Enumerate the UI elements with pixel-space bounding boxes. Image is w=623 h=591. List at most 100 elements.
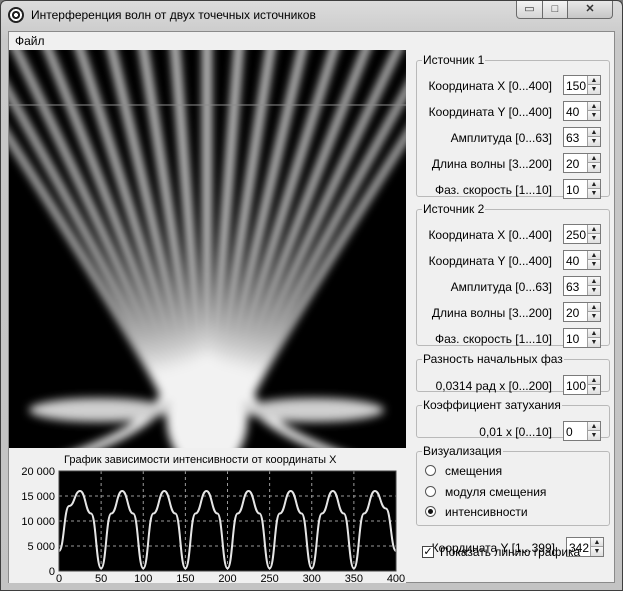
spin-up-icon[interactable]: ▲ [587, 225, 600, 234]
source1-field-value[interactable]: 63 [566, 131, 579, 145]
source1-field-value[interactable]: 40 [566, 105, 579, 119]
spin-up-icon[interactable]: ▲ [587, 422, 600, 431]
source1-group: Источник 1 Координата X [0...400] 150 ▲ ▼ Ко… [416, 53, 610, 199]
spin-up-icon[interactable]: ▲ [587, 251, 600, 260]
phase-group: Разность начальных фаз 0,0314 рад x [0..… [416, 352, 610, 395]
spin-down-icon[interactable]: ▼ [587, 286, 600, 295]
source-glow [29, 398, 169, 422]
source2-row: Фаз. скорость [1...10] 10 ▲ ▼ [417, 328, 607, 350]
spin-up-icon[interactable]: ▲ [587, 329, 600, 338]
close-button[interactable]: ✕ [567, 1, 613, 19]
source1-row: Фаз. скорость [1...10] 10 ▲ ▼ [417, 179, 607, 201]
radio-displacement[interactable]: смещения [425, 462, 595, 480]
source2-field-label: Амплитуда [0...63] [450, 280, 552, 294]
spin-up-icon[interactable]: ▲ [587, 376, 600, 385]
radio-button[interactable] [425, 486, 436, 497]
spin-up-icon[interactable]: ▲ [587, 277, 600, 286]
client-area: Файл График зависимости интенсивности от… [1, 31, 615, 583]
source1-spinbox[interactable]: 40 ▲ ▼ [563, 101, 601, 121]
source1-spinbox[interactable]: 10 ▲ ▼ [563, 179, 601, 199]
source2-field-label: Длина волны [3...200] [431, 306, 552, 320]
source1-row: Длина волны [3...200] 20 ▲ ▼ [417, 153, 607, 175]
spin-up-icon[interactable]: ▲ [587, 102, 600, 111]
x-tick-label: 200 [218, 573, 236, 583]
spin-up-icon[interactable]: ▲ [587, 154, 600, 163]
spin-up-icon[interactable]: ▲ [587, 180, 600, 189]
spin-down-icon[interactable]: ▼ [587, 85, 600, 94]
x-tick-label: 250 [260, 573, 278, 583]
source2-field-value[interactable]: 20 [566, 306, 579, 320]
x-tick-label: 300 [303, 573, 321, 583]
spin-up-icon[interactable]: ▲ [587, 76, 600, 85]
source2-field-value[interactable]: 63 [566, 280, 579, 294]
x-tick-label: 50 [95, 573, 107, 583]
source1-field-value[interactable]: 10 [566, 183, 579, 197]
interference-image [1, 38, 470, 463]
radio-intensity[interactable]: интенсивности [425, 503, 595, 521]
minimize-button[interactable]: ▭ [516, 1, 543, 19]
window-title: Интерференция волн от двух точечных исто… [31, 8, 316, 22]
source1-spinbox[interactable]: 150 ▲ ▼ [563, 75, 601, 95]
spin-down-icon[interactable]: ▼ [587, 137, 600, 146]
spin-down-icon[interactable]: ▼ [587, 189, 600, 198]
radio-button[interactable] [425, 465, 436, 476]
source1-field-label: Координата X [0...400] [428, 79, 552, 93]
spin-up-icon[interactable]: ▲ [587, 128, 600, 137]
attenuation-spinbox[interactable]: 0 ▲ ▼ [563, 421, 601, 441]
source2-field-value[interactable]: 10 [566, 332, 579, 346]
phase-legend: Разность начальных фаз [423, 352, 563, 366]
source2-group: Источник 2 Координата X [0...400] 250 ▲ ▼ Ко… [416, 202, 610, 348]
source1-field-label: Фаз. скорость [1...10] [434, 183, 552, 197]
visualization-group: Визуализация смещения модуля смещения ин… [416, 444, 610, 526]
radio-displacement-modulus[interactable]: модуля смещения [425, 483, 595, 501]
attenuation-row: 0,01 x [0...10] 0 ▲ ▼ [417, 421, 607, 443]
source2-spinbox[interactable]: 20 ▲ ▼ [563, 302, 601, 322]
x-tick-label: 0 [56, 573, 62, 583]
source1-field-value[interactable]: 20 [566, 157, 579, 171]
source1-legend: Источник 1 [423, 53, 485, 67]
checkbox-check-icon[interactable]: ✓ [422, 546, 434, 558]
source2-field-label: Координата Y [0...400] [428, 254, 552, 268]
spin-down-icon[interactable]: ▼ [587, 163, 600, 172]
y-tick-label: 5 000 [27, 541, 55, 553]
source-glow [244, 398, 384, 422]
source2-row: Амплитуда [0...63] 63 ▲ ▼ [417, 276, 607, 298]
y-tick-label: 15 000 [21, 491, 55, 503]
phase-label: 0,0314 рад x [0...200] [435, 379, 552, 393]
source1-field-label: Длина волны [3...200] [431, 157, 552, 171]
menu-file[interactable]: Файл [15, 34, 45, 48]
attenuation-value[interactable]: 0 [566, 425, 573, 439]
source2-spinbox[interactable]: 250 ▲ ▼ [563, 224, 601, 244]
source1-spinbox[interactable]: 20 ▲ ▼ [563, 153, 601, 173]
source2-legend: Источник 2 [423, 202, 485, 216]
title-bar[interactable]: Интерференция волн от двух точечных исто… [1, 1, 622, 31]
app-icon[interactable] [8, 7, 24, 23]
source1-field-value[interactable]: 150 [566, 79, 586, 93]
maximize-button[interactable]: □ [542, 1, 568, 19]
spin-up-icon[interactable]: ▲ [587, 303, 600, 312]
spin-down-icon[interactable]: ▼ [587, 338, 600, 347]
source1-field-label: Амплитуда [0...63] [450, 131, 552, 145]
spin-down-icon[interactable]: ▼ [587, 431, 600, 440]
show-line-checkbox[interactable]: ✓ Показать линию графика [422, 544, 602, 560]
source1-row: Координата Y [0...400] 40 ▲ ▼ [417, 101, 607, 123]
show-line-label: Показать линию графика [440, 545, 581, 559]
spin-down-icon[interactable]: ▼ [587, 385, 600, 394]
x-tick-label: 150 [176, 573, 194, 583]
spin-down-icon[interactable]: ▼ [587, 260, 600, 269]
source2-spinbox[interactable]: 40 ▲ ▼ [563, 250, 601, 270]
source1-spinbox[interactable]: 63 ▲ ▼ [563, 127, 601, 147]
source2-row: Координата Y [0...400] 40 ▲ ▼ [417, 250, 607, 272]
spin-down-icon[interactable]: ▼ [587, 312, 600, 321]
source2-field-value[interactable]: 40 [566, 254, 579, 268]
source2-spinbox[interactable]: 10 ▲ ▼ [563, 328, 601, 348]
source2-spinbox[interactable]: 63 ▲ ▼ [563, 276, 601, 296]
app-window: Интерференция волн от двух точечных исто… [0, 0, 623, 591]
spin-down-icon[interactable]: ▼ [587, 111, 600, 120]
phase-spinbox[interactable]: 100 ▲ ▼ [563, 375, 601, 395]
radio-button-selected[interactable] [425, 506, 436, 517]
y-tick-label: 10 000 [21, 516, 55, 528]
phase-value[interactable]: 100 [566, 379, 586, 393]
source2-field-value[interactable]: 250 [566, 228, 586, 242]
spin-down-icon[interactable]: ▼ [587, 234, 600, 243]
